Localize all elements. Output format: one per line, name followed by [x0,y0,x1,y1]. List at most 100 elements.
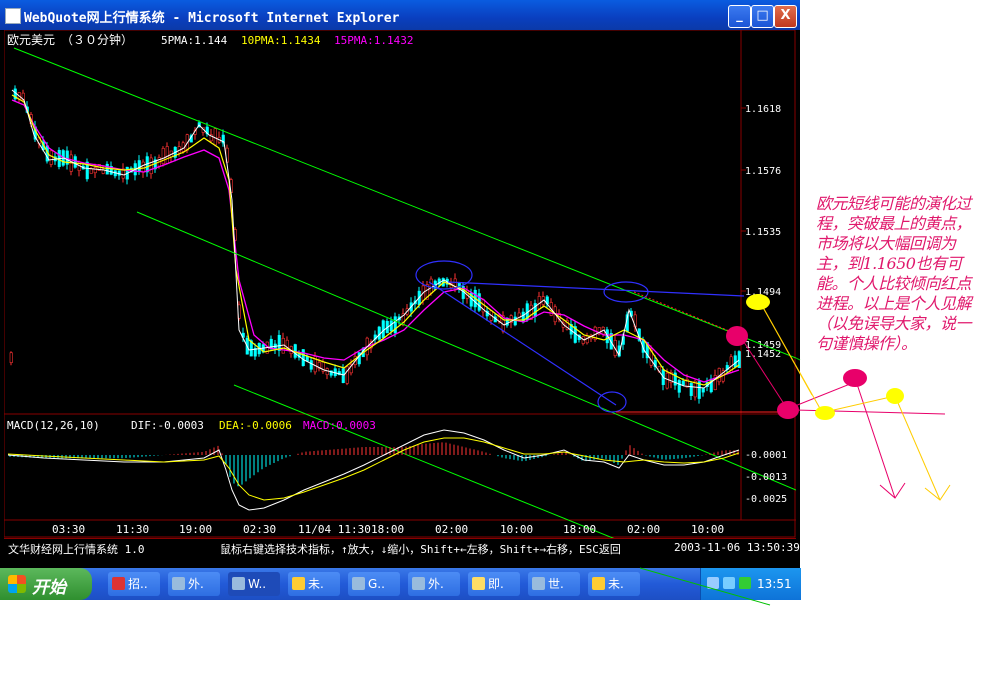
macd-value: MACD:0.0003 [303,419,376,432]
channel-upper [13,47,796,359]
title-bar[interactable]: WebQuote网上行情系统 - Microsoft Internet Expl… [0,0,800,30]
system-tray: 13:51 [700,568,801,600]
candle-body [681,380,685,386]
candle-body [389,320,393,332]
network-icon[interactable] [707,577,719,589]
candle-body [381,320,385,338]
taskbar-task[interactable]: W.. [228,572,280,596]
task-label: 即. [488,577,504,591]
time-tick: 02:00 [627,523,660,536]
macd-histogram [9,442,739,487]
taskbar-clock: 13:51 [757,577,792,591]
period-label: （３０分钟） [61,32,133,47]
task-label: W.. [248,577,267,591]
window-title: WebQuote网上行情系统 - Microsoft Internet Expl… [24,11,400,26]
macd-dif-line [7,429,740,511]
status-datetime: 2003-11-06 13:50:39 [674,541,800,554]
taskbar-task[interactable]: 外. [408,572,460,596]
red-marker [843,369,867,387]
ma10-readout: 10PMA:1.1434 [241,34,321,47]
candle-body [117,170,121,176]
macd-axis: -0.0001 -0.0013 -0.0025 [745,450,787,505]
analysis-note: 欧元短线可能的演化过程，突破最上的黄点，市场将以大幅回调为主，到1.1650也有… [816,194,972,353]
status-hint: 鼠标右键选择技术指标，↑放大，↓缩小，Shift+←左移，Shift+→右移，E… [220,543,621,556]
windows-logo-icon [8,575,26,593]
chart-client-area[interactable]: 欧元美元 （３０分钟） 5PMA:1.144 10PMA:1.1434 15PM… [4,30,796,556]
taskbar-task[interactable]: 招.. [108,572,160,596]
candle-body [665,372,669,389]
candle-body [73,156,77,168]
chart-frame [4,30,796,538]
taskbar-task[interactable]: 未. [288,572,340,596]
app-tray-icon[interactable] [739,577,751,589]
candle-body [141,161,145,173]
maximize-button[interactable]: □ [751,5,774,28]
close-button[interactable]: X [774,5,797,28]
macd-dif: DIF:-0.0003 [131,419,204,432]
macd-tick: -0.0001 [745,450,787,461]
time-axis: 03:30 11:30 19:00 02:30 11/04 11:30 18:0… [52,523,724,536]
price-axis: 1.1618 1.1576 1.1535 1.1494 1.1459 1.145… [745,104,781,360]
task-label: G.. [368,577,385,591]
candle-body [137,160,141,172]
taskbar-task[interactable]: 世. [528,572,580,596]
task-icon [352,577,365,590]
candle-body [93,167,97,174]
ma15-readout: 15PMA:1.1432 [334,34,413,47]
task-icon [172,577,185,590]
windows-taskbar: 开始 招.. 外. W.. 未. G.. 外. 即. 世. 未. 13:51 [0,568,801,600]
task-label: 外. [188,577,204,591]
candle-body [341,368,345,384]
taskbar-task[interactable]: 即. [468,572,520,596]
ma5-readout: 5PMA:1.144 [161,34,228,47]
time-tick: 18:00 [371,523,404,536]
taskbar-task[interactable]: 外. [168,572,220,596]
chart-canvas[interactable]: 欧元美元 （３０分钟） 5PMA:1.144 10PMA:1.1434 15PM… [4,30,796,538]
macd-dea: DEA:-0.0006 [219,419,292,432]
candle-body [9,352,13,363]
taskbar-task[interactable]: 未. [588,572,640,596]
task-icon [592,577,605,590]
price-tick: 1.1494 [745,287,781,298]
candle-body [105,163,109,175]
candle-body [733,355,737,368]
candle-body [701,388,705,393]
app-icon [5,8,21,24]
time-tick: 19:00 [179,523,212,536]
task-label: 未. [608,577,624,591]
volume-icon[interactable] [723,577,735,589]
start-button[interactable]: 开始 [0,568,92,600]
macd-tick: -0.0025 [745,494,787,505]
macd-tick: -0.0013 [745,472,787,483]
task-label: 招.. [128,577,148,591]
candle-body [325,368,329,376]
price-tick: 1.1452 [745,349,781,360]
status-app-name: 文华财经网上行情系统 1.0 [8,543,145,556]
candle-body [165,146,169,164]
candle-body [377,326,381,340]
start-label: 开始 [32,578,66,598]
yellow-marker [886,388,904,404]
time-tick: 10:00 [500,523,533,536]
price-tick-marks [741,107,746,292]
taskbar-task[interactable]: G.. [348,572,400,596]
yellow-marker [815,406,835,420]
time-tick: 03:30 [52,523,85,536]
task-icon [112,577,125,590]
candle-body [213,128,217,146]
candle-body [689,382,693,396]
task-icon [412,577,425,590]
candle-body [161,148,165,164]
task-icon [292,577,305,590]
price-tick: 1.1618 [745,104,781,115]
candle-body [309,360,313,370]
minimize-button[interactable]: _ [728,5,751,28]
candle-body [101,169,105,174]
candlesticks [9,85,741,404]
macd-params: MACD(12,26,10) [7,419,100,432]
time-tick: 18:00 [563,523,596,536]
channel-lower [233,384,615,538]
price-tick: 1.1535 [745,227,781,238]
candle-body [301,349,305,367]
task-label: 未. [308,577,324,591]
